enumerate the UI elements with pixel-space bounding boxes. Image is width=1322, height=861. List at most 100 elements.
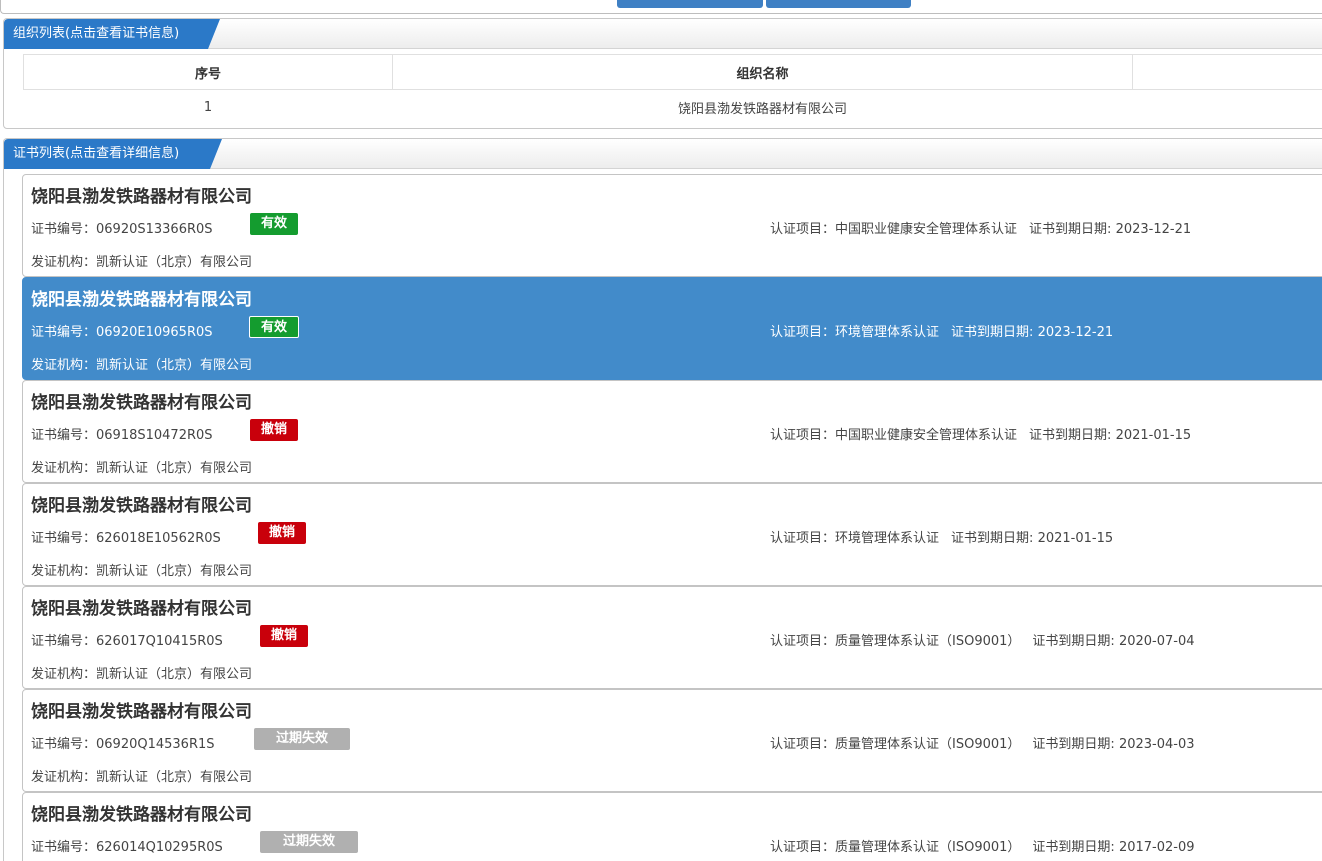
cert-expiry-value: 2023-04-03 [1118,737,1195,752]
cert-card[interactable]: 饶阳县渤发铁路器材有限公司 证书编号：626018E10562R0S 撤销 认证… [22,483,1322,586]
cert-card[interactable]: 饶阳县渤发铁路器材有限公司 证书编号：626014Q10295R0S 过期失效 … [22,792,1322,861]
cert-expiry-label: 证书到期日期: [1032,737,1115,752]
cert-number: 证书编号：06920S13366R0S [31,218,213,237]
cert-issuer-label: 发证机构： [31,358,97,373]
cert-expiry-label: 证书到期日期: [1029,428,1112,443]
cert-number: 证书编号：626018E10562R0S [31,527,221,546]
cert-number-label: 证书编号： [31,428,97,443]
status-badge: 撤销 [250,419,298,441]
cert-project-value: 质量管理体系认证（ISO9001） [835,737,1021,752]
cert-project-label: 认证项目： [770,222,836,237]
column-header-index: 序号 [22,54,394,90]
cert-issuer-label: 发证机构： [31,461,97,476]
org-panel-header: 组织列表(点击查看证书信息) [4,19,1322,49]
cert-list-panel: 证书列表(点击查看详细信息) 饶阳县渤发铁路器材有限公司 证书编号：06920S… [3,138,1322,861]
org-row-extra [1133,90,1322,125]
cert-card[interactable]: 饶阳县渤发铁路器材有限公司 证书编号：06920Q14536R1S 过期失效 认… [22,689,1322,792]
org-table-header-row: 序号 组织名称 [22,54,1322,90]
cert-project: 认证项目：质量管理体系认证（ISO9001） 证书到期日期: 2017-02-09 [770,836,1195,855]
cert-project-label: 认证项目： [770,737,836,752]
toolbar-button-2[interactable] [766,0,911,8]
cert-project-value: 环境管理体系认证 [835,325,940,340]
cert-card[interactable]: 饶阳县渤发铁路器材有限公司 证书编号：06920S13366R0S 有效 认证项… [22,174,1322,277]
cert-card[interactable]: 饶阳县渤发铁路器材有限公司 证书编号：626017Q10415R0S 撤销 认证… [22,586,1322,689]
cert-org-name: 饶阳县渤发铁路器材有限公司 [31,496,252,516]
cert-issuer-label: 发证机构： [31,564,97,579]
cert-number-value: 06918S10472R0S [96,428,213,443]
cert-project: 认证项目：质量管理体系认证（ISO9001） 证书到期日期: 2023-04-03 [770,733,1195,752]
cert-number: 证书编号：06920Q14536R1S [31,733,215,752]
cert-project-label: 认证项目： [770,840,836,855]
cert-project-value: 中国职业健康安全管理体系认证 [835,222,1018,237]
cert-number-value: 626017Q10415R0S [96,634,223,649]
cert-org-name: 饶阳县渤发铁路器材有限公司 [31,187,252,207]
cert-number-value: 06920Q14536R1S [96,737,215,752]
column-header-extra [1132,54,1322,90]
cert-org-name: 饶阳县渤发铁路器材有限公司 [31,290,252,310]
cert-expiry-value: 2020-07-04 [1118,634,1195,649]
org-row-name[interactable]: 饶阳县渤发铁路器材有限公司 [393,90,1133,125]
cert-number: 证书编号：06920E10965R0S [31,321,213,340]
cert-issuer: 发证机构：凯新认证（北京）有限公司 [31,457,252,476]
cert-issuer-value: 凯新认证（北京）有限公司 [96,564,253,579]
cert-org-name: 饶阳县渤发铁路器材有限公司 [31,702,252,722]
column-header-org-name: 组织名称 [392,54,1134,90]
cert-expiry-label: 证书到期日期: [951,325,1034,340]
cert-issuer-value: 凯新认证（北京）有限公司 [96,358,253,373]
status-badge: 过期失效 [254,728,350,750]
cert-project: 认证项目：中国职业健康安全管理体系认证 证书到期日期: 2021-01-15 [770,424,1191,443]
cert-expiry-value: 2021-01-15 [1037,531,1114,546]
cert-card[interactable]: 饶阳县渤发铁路器材有限公司 证书编号：06918S10472R0S 撤销 认证项… [22,380,1322,483]
cert-issuer-label: 发证机构： [31,255,97,270]
cert-issuer-value: 凯新认证（北京）有限公司 [96,667,253,682]
toolbar-button-1[interactable] [617,0,763,8]
cert-number: 证书编号：06918S10472R0S [31,424,213,443]
cert-number-label: 证书编号： [31,325,97,340]
cert-number-value: 06920S13366R0S [96,222,213,237]
cert-card-list: 饶阳县渤发铁路器材有限公司 证书编号：06920S13366R0S 有效 认证项… [22,174,1322,861]
cert-project-label: 认证项目： [770,428,836,443]
cert-issuer: 发证机构：凯新认证（北京）有限公司 [31,560,252,579]
cert-org-name: 饶阳县渤发铁路器材有限公司 [31,599,252,619]
cert-card-selected[interactable]: 饶阳县渤发铁路器材有限公司 证书编号：06920E10965R0S 有效 认证项… [22,277,1322,380]
status-badge: 撤销 [258,522,306,544]
cert-issuer-value: 凯新认证（北京）有限公司 [96,461,253,476]
cert-expiry-value: 2023-12-21 [1115,222,1192,237]
status-badge: 过期失效 [260,831,358,853]
status-badge: 有效 [249,316,299,338]
cert-project: 认证项目：环境管理体系认证 证书到期日期: 2023-12-21 [770,321,1113,340]
cert-issuer: 发证机构：凯新认证（北京）有限公司 [31,766,252,785]
cert-issuer-value: 凯新认证（北京）有限公司 [96,255,253,270]
cert-expiry-value: 2021-01-15 [1115,428,1192,443]
cert-project-value: 中国职业健康安全管理体系认证 [835,428,1018,443]
cert-expiry-label: 证书到期日期: [1029,222,1112,237]
cert-issuer: 发证机构：凯新认证（北京）有限公司 [31,663,252,682]
cert-number-label: 证书编号： [31,222,97,237]
cert-project-value: 环境管理体系认证 [835,531,940,546]
cert-number-label: 证书编号： [31,531,97,546]
cert-number-label: 证书编号： [31,737,97,752]
org-panel-title: 组织列表(点击查看证书信息) [4,19,220,49]
cert-project: 认证项目：质量管理体系认证（ISO9001） 证书到期日期: 2020-07-04 [770,630,1195,649]
cert-project-label: 认证项目： [770,325,836,340]
cert-panel-title: 证书列表(点击查看详细信息) [4,139,222,169]
cert-org-name: 饶阳县渤发铁路器材有限公司 [31,805,252,825]
cert-number-value: 626018E10562R0S [96,531,221,546]
cert-number-value: 626014Q10295R0S [96,840,223,855]
status-badge: 有效 [250,213,298,235]
cert-expiry-label: 证书到期日期: [1032,634,1115,649]
org-table-row[interactable]: 1 饶阳县渤发铁路器材有限公司 [24,90,1322,125]
cert-issuer-label: 发证机构： [31,667,97,682]
cert-project-value: 质量管理体系认证（ISO9001） [835,840,1021,855]
org-table: 序号 组织名称 1 饶阳县渤发铁路器材有限公司 [22,54,1322,125]
cert-issuer-value: 凯新认证（北京）有限公司 [96,770,253,785]
cert-expiry-label: 证书到期日期: [951,531,1034,546]
org-row-index: 1 [203,99,213,115]
cert-number: 证书编号：626014Q10295R0S [31,836,223,855]
cert-expiry-value: 2023-12-21 [1037,325,1114,340]
cert-number-value: 06920E10965R0S [96,325,213,340]
cert-issuer: 发证机构：凯新认证（北京）有限公司 [31,251,252,270]
cert-number-label: 证书编号： [31,634,97,649]
cert-number-label: 证书编号： [31,840,97,855]
cert-org-name: 饶阳县渤发铁路器材有限公司 [31,393,252,413]
